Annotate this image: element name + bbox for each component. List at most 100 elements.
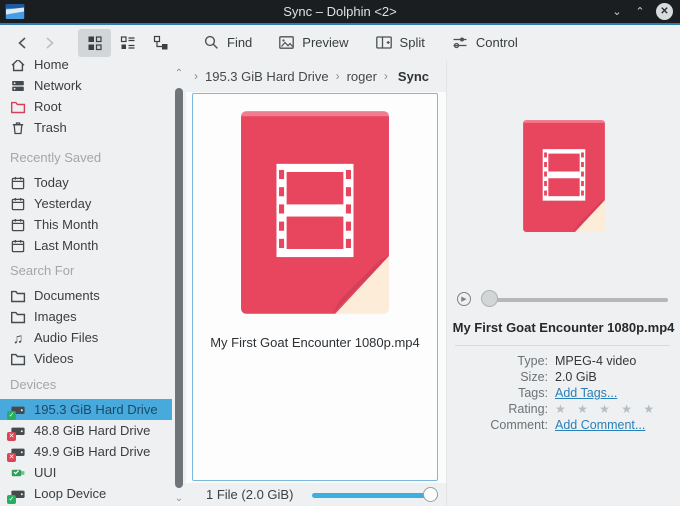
preview-label: Preview xyxy=(302,35,348,50)
meta-label: Type: xyxy=(447,355,555,367)
breadcrumb-drive[interactable]: 195.3 GiB Hard Drive xyxy=(205,69,329,84)
sidebar-scrollbar: ⌃ ⌄ xyxy=(172,60,186,506)
home-icon xyxy=(10,60,26,73)
dolphin-window: Sync – Dolphin <2> ⌄ ⌃ ✕ xyxy=(0,0,680,506)
separator xyxy=(455,345,670,346)
red-folder-icon xyxy=(10,99,26,115)
back-arrow-icon xyxy=(15,35,31,51)
file-list-viewport[interactable]: My First Goat Encounter 1080p.mp4 xyxy=(186,92,446,483)
breadcrumb-sync[interactable]: Sync xyxy=(398,69,429,84)
close-button[interactable]: ✕ xyxy=(656,3,673,20)
split-label: Split xyxy=(400,35,425,50)
sidebar-item-label: Last Month xyxy=(34,238,98,253)
meta-label: Comment: xyxy=(447,419,555,431)
check-emblem-icon: ✓ xyxy=(7,411,16,420)
seek-slider-track[interactable] xyxy=(483,298,668,302)
forward-button[interactable] xyxy=(36,30,62,56)
sidebar-item-uui[interactable]: UUI xyxy=(0,462,172,483)
sidebar-item-1953-gib-hard-drive[interactable]: ✓ 195.3 GiB Hard Drive xyxy=(0,399,172,420)
sidebar-item-label: This Month xyxy=(34,217,98,232)
view-mode-group xyxy=(78,29,177,57)
meta-label: Size: xyxy=(447,371,555,383)
sidebar-item-label: Audio Files xyxy=(34,330,98,345)
sidebar-item-label: Home xyxy=(34,60,69,72)
folder-view: › 195.3 GiB Hard Drive › roger › Sync My… xyxy=(186,60,446,506)
sidebar-item-488-gib-hard-drive[interactable]: ✕ 48.8 GiB Hard Drive xyxy=(0,420,172,441)
sidebar-item-videos[interactable]: Videos xyxy=(0,348,172,369)
details-view-button[interactable] xyxy=(144,29,177,57)
meta-row-comment: Comment: Add Comment... xyxy=(447,419,672,431)
seek-slider-handle[interactable] xyxy=(481,290,498,307)
folder-icon xyxy=(10,309,26,325)
sidebar-item-label: Root xyxy=(34,99,61,114)
calendar-icon xyxy=(10,175,26,191)
sidebar-item-loop-device[interactable]: ✓ Loop Device xyxy=(0,483,172,504)
usb-stick-icon xyxy=(10,465,26,481)
sidebar-item-label: Trash xyxy=(34,120,67,135)
zoom-slider[interactable] xyxy=(312,487,438,503)
meta-label: Rating: xyxy=(447,403,555,415)
titlebar: Sync – Dolphin <2> ⌄ ⌃ ✕ xyxy=(0,0,680,23)
places-panel: Home Network Root Trash Recently Saved T… xyxy=(0,60,172,506)
sidebar-item-yesterday[interactable]: Yesterday xyxy=(0,193,172,214)
minimize-button[interactable]: ⌄ xyxy=(610,5,624,19)
maximize-button[interactable]: ⌃ xyxy=(633,5,647,19)
preview-button[interactable]: Preview xyxy=(278,34,348,51)
sidebar-item-this-month[interactable]: This Month xyxy=(0,214,172,235)
find-button[interactable]: Find xyxy=(203,34,252,51)
sidebar-item-images[interactable]: Images xyxy=(0,306,172,327)
forward-arrow-icon xyxy=(41,35,57,51)
chevron-right-icon: › xyxy=(336,69,340,83)
sidebar-item-home[interactable]: Home xyxy=(0,60,172,75)
calendar-icon xyxy=(10,196,26,212)
split-button[interactable]: Split xyxy=(375,34,425,51)
icons-view-button[interactable] xyxy=(78,29,111,57)
folder-icon xyxy=(10,288,26,304)
play-icon[interactable]: ▶ xyxy=(457,292,471,306)
scroll-down-icon[interactable]: ⌄ xyxy=(172,493,186,504)
statusbar: 1 File (2.0 GiB) xyxy=(186,483,446,506)
split-view-icon xyxy=(375,34,393,51)
meta-label: Tags: xyxy=(447,387,555,399)
sidebar-item-audio-files[interactable]: ♫ Audio Files xyxy=(0,327,172,348)
control-button[interactable]: Control xyxy=(451,34,518,51)
meta-row-rating: Rating: ★ ★ ★ ★ ★ xyxy=(447,403,672,415)
calendar-icon xyxy=(10,238,26,254)
file-name: My First Goat Encounter 1080p.mp4 xyxy=(193,335,437,350)
zoom-slider-track[interactable] xyxy=(312,493,438,498)
sidebar-item-label: 195.3 GiB Hard Drive xyxy=(34,402,158,417)
compact-view-button[interactable] xyxy=(111,29,144,57)
meta-value: 2.0 GiB xyxy=(555,371,597,383)
sidebar-item-documents[interactable]: Documents xyxy=(0,285,172,306)
meta-value: MPEG-4 video xyxy=(555,355,636,367)
preview-image-icon xyxy=(278,34,295,51)
window-title: Sync – Dolphin <2> xyxy=(0,4,680,19)
zoom-slider-handle[interactable] xyxy=(423,487,438,502)
rating-stars[interactable]: ★ ★ ★ ★ ★ xyxy=(555,403,658,415)
sidebar-item-499-gib-hard-drive[interactable]: ✕ 49.9 GiB Hard Drive xyxy=(0,441,172,462)
error-emblem-icon: ✕ xyxy=(7,432,16,441)
details-view-icon xyxy=(152,34,170,52)
hard-drive-icon: ✕ xyxy=(10,423,26,439)
status-text: 1 File (2.0 GiB) xyxy=(206,487,293,502)
breadcrumb-roger[interactable]: roger xyxy=(347,69,377,84)
add-comment-link[interactable]: Add Comment... xyxy=(555,419,645,431)
sidebar-item-root[interactable]: Root xyxy=(0,96,172,117)
trash-icon xyxy=(10,120,26,136)
chevron-right-icon: › xyxy=(194,69,198,83)
sidebar-item-network[interactable]: Network xyxy=(0,75,172,96)
info-file-name: My First Goat Encounter 1080p.mp4 xyxy=(447,320,680,335)
back-button[interactable] xyxy=(10,30,36,56)
sidebar-item-last-month[interactable]: Last Month xyxy=(0,235,172,256)
add-tags-link[interactable]: Add Tags... xyxy=(555,387,617,399)
scrollbar-thumb[interactable] xyxy=(175,88,183,488)
meta-row-size: Size: 2.0 GiB xyxy=(447,371,672,383)
control-label: Control xyxy=(476,35,518,50)
scroll-up-icon[interactable]: ⌃ xyxy=(172,68,186,79)
file-item-selected[interactable]: My First Goat Encounter 1080p.mp4 xyxy=(192,93,438,481)
sidebar-item-trash[interactable]: Trash xyxy=(0,117,172,138)
sidebar-item-label: Images xyxy=(34,309,77,324)
sidebar-item-today[interactable]: Today xyxy=(0,172,172,193)
sidebar-item-label: 49.9 GiB Hard Drive xyxy=(34,444,150,459)
find-label: Find xyxy=(227,35,252,50)
